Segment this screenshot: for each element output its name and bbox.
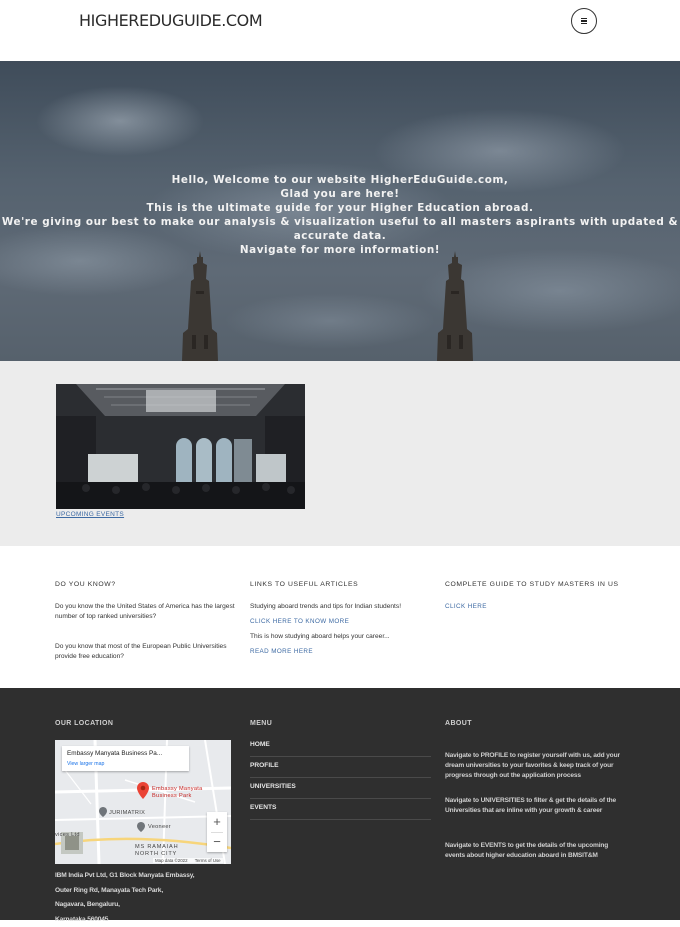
address-line: Nagavara, Bengaluru, [55, 901, 120, 909]
menu-item-label: UNIVERSITIES [250, 783, 296, 790]
hero-line: Hello, Welcome to our website HigherEduG… [171, 174, 509, 186]
hero-line: Navigate for more information! [239, 244, 441, 256]
about-heading: ABOUT [445, 720, 472, 727]
zoom-out-button[interactable]: − [207, 832, 227, 852]
map-place-card: Embassy Manyata Business Pa... View larg… [62, 746, 189, 771]
hero-banner: Hello, Welcome to our website HigherEduG… [0, 61, 680, 361]
menu-toggle-button[interactable] [571, 8, 597, 34]
map-pin-icon[interactable] [137, 782, 149, 799]
map-label: MS RAMAIAH [135, 844, 179, 850]
menu-item-label: PROFILE [250, 762, 279, 769]
upcoming-events-link[interactable]: UPCOMING EVENTS [56, 511, 124, 518]
menu-heading: MENU [250, 720, 273, 727]
site-header: HIGHEREDUGUIDE.COM [0, 0, 680, 61]
map-place-name: Embassy Manyata Business Pa... [67, 750, 163, 757]
about-paragraph: Navigate to EVENTS to get the details of… [445, 842, 609, 859]
events-section: UPCOMING EVENTS [0, 361, 680, 546]
info-section: DO YOU KNOW? Do you know the the United … [0, 546, 680, 688]
map-terms-link[interactable]: Terms of Use [195, 858, 221, 863]
zoom-in-button[interactable]: + [207, 812, 227, 832]
map-label: NORTH CITY [135, 851, 178, 857]
hamburger-icon [581, 18, 587, 24]
site-footer: OUR LOCATION Embassy Manyata Business Pa… [0, 688, 680, 923]
location-map[interactable]: Embassy Manyata Business Pa... View larg… [55, 740, 231, 864]
about-paragraph: Navigate to PROFILE to register yourself… [445, 752, 620, 779]
footer-menu-home[interactable]: HOME [250, 736, 431, 757]
address-line: Outer Ring Rd, Manayata Tech Park, [55, 886, 163, 894]
map-pin-label: Embassy Manyata Business Park [152, 786, 203, 799]
article-link[interactable]: READ MORE HERE [250, 648, 313, 655]
fact-text: Do you know that most of the European Pu… [55, 643, 227, 660]
address-line: IBM India Pvt Ltd, G1 Block Manyata Emba… [55, 872, 195, 879]
article-text: Studying aboard trends and tips for Indi… [250, 603, 402, 610]
map-place-icon [99, 807, 107, 817]
brand-logo[interactable]: HIGHEREDUGUIDE.COM [79, 11, 263, 30]
article-link[interactable]: CLICK HERE TO KNOW MORE [250, 618, 349, 625]
location-heading: OUR LOCATION [55, 720, 114, 727]
masters-guide-link[interactable]: CLICK HERE [445, 603, 487, 610]
menu-item-label: EVENTS [250, 804, 277, 811]
event-hall-image[interactable] [56, 384, 305, 509]
location-address: IBM India Pvt Ltd, G1 Block Manyata Emba… [55, 869, 195, 927]
map-label: Veoneer [148, 824, 171, 830]
hero-line: Glad you are here! [280, 188, 400, 200]
article-text: This is how studying aboard helps your c… [250, 633, 390, 640]
did-you-know-heading: DO YOU KNOW? [55, 581, 116, 588]
about-paragraph: Navigate to UNIVERSITIES to filter & get… [445, 797, 617, 814]
map-place-icon [137, 822, 145, 832]
hero-line: We're giving our best to make our analys… [1, 216, 679, 242]
footer-menu-universities[interactable]: UNIVERSITIES [250, 778, 431, 799]
hero-welcome-text: Hello, Welcome to our website HigherEduG… [0, 173, 680, 257]
fact-text: Do you know the the United States of Ame… [55, 603, 235, 620]
useful-links-heading: LINKS TO USEFUL ARTICLES [250, 581, 359, 588]
right-spire-image [437, 251, 473, 361]
map-zoom-control: + − [207, 812, 227, 852]
hero-line: This is the ultimate guide for your High… [146, 202, 534, 214]
footer-menu-profile[interactable]: PROFILE [250, 757, 431, 778]
map-attribution: Map data ©2022 Terms of Use [153, 858, 223, 863]
map-label: JURIMATRIX [109, 810, 146, 816]
footer-menu-events[interactable]: EVENTS [250, 799, 431, 820]
map-attribution-text: Map data ©2022 [155, 858, 188, 863]
map-label: vices Ltd [55, 832, 80, 838]
masters-guide-heading: COMPLETE GUIDE TO STUDY MASTERS IN US [445, 581, 619, 588]
left-spire-image [182, 251, 218, 361]
view-larger-map-link[interactable]: View larger map [67, 761, 104, 767]
menu-item-label: HOME [250, 741, 270, 748]
